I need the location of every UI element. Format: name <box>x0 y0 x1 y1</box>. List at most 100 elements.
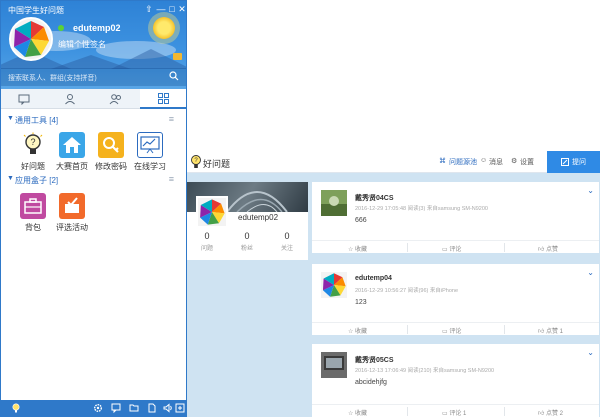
tab-apps[interactable] <box>140 89 186 109</box>
like-label: 点赞 <box>545 247 558 253</box>
tab-chats[interactable] <box>1 89 47 109</box>
app-label: 背包 <box>25 223 41 232</box>
collect-button[interactable]: ☆ 收藏 <box>348 326 367 335</box>
stat-following[interactable]: 0 关注 <box>267 231 307 252</box>
web-header: ? 好问题 ⌘ 问题源池 ☺ 消息 ⚙ 设置 提问 <box>187 151 600 173</box>
post-body[interactable]: 666 <box>355 217 367 224</box>
mail-icon[interactable] <box>173 53 182 60</box>
signature[interactable]: 编辑个性签名 <box>58 39 106 50</box>
profile-avatar[interactable] <box>196 196 228 228</box>
post-author[interactable]: 戴秀贤05CS <box>355 355 394 365</box>
post-card: 戴秀贤04CS 2016-12-29 17:05:48 阅读(3) 来自sams… <box>312 182 599 253</box>
chat-icon <box>18 94 30 105</box>
app-label: 大赛首页 <box>56 162 88 171</box>
post-meta: 2016-12-29 10:56:27 阅读(96) 来自iPhone <box>355 288 459 294</box>
chart-board-icon <box>137 132 163 158</box>
chevron-down-icon[interactable]: ⌄ <box>587 348 594 357</box>
close-button[interactable]: ✕ <box>177 4 186 14</box>
add-icon[interactable] <box>175 403 185 413</box>
contact-icon <box>65 94 75 105</box>
tab-groups[interactable] <box>93 89 139 109</box>
nav-square-icon: ⌘ <box>439 158 446 165</box>
home-icon <box>59 132 85 158</box>
search-input[interactable]: 搜索联系人、群组(支持拼音) <box>8 73 97 83</box>
web-window: ? 好问题 ⌘ 问题源池 ☺ 消息 ⚙ 设置 提问 edutemp02 0 问题 … <box>187 151 600 417</box>
post-author[interactable]: edutemp04 <box>355 275 392 282</box>
app-change-password[interactable]: 修改密码 <box>94 132 128 172</box>
like-label: 点赞 1 <box>545 329 563 335</box>
app-good-question[interactable]: ? 好问题 <box>16 132 50 172</box>
stat-number: 0 <box>204 231 210 241</box>
apps-icon <box>157 92 169 104</box>
im-title: 中国学生好问题 <box>8 6 64 15</box>
profile-name[interactable]: edutemp02 <box>238 213 278 222</box>
speaker-icon[interactable] <box>163 403 173 413</box>
avatar[interactable] <box>9 17 53 61</box>
edit-icon <box>561 158 569 166</box>
im-tabbar <box>1 89 186 109</box>
app-label: 在线学习 <box>134 162 166 171</box>
tab-contacts[interactable] <box>47 89 93 109</box>
comment-label: 评论 1 <box>449 411 467 417</box>
vote-icon <box>59 193 85 219</box>
publish-button[interactable]: 提问 <box>547 151 600 173</box>
comment-button[interactable]: ▭ 评论 <box>442 244 461 253</box>
app-backpack[interactable]: 背包 <box>16 193 50 233</box>
app-online-learning[interactable]: 在线学习 <box>133 132 167 172</box>
menu-icon[interactable]: ≡ <box>169 174 174 184</box>
post-avatar[interactable] <box>321 190 347 216</box>
comment-label: 评论 <box>449 329 462 335</box>
folder-icon[interactable] <box>129 403 139 413</box>
stat-questions[interactable]: 0 问题 <box>187 231 227 252</box>
comment-button[interactable]: ▭ 评论 1 <box>442 408 466 417</box>
app-selection-activity[interactable]: 评选活动 <box>55 193 89 233</box>
collapse-arrow-icon: ▼ <box>7 115 14 122</box>
collect-button[interactable]: ☆ 收藏 <box>348 408 367 417</box>
app-label: 评选活动 <box>56 223 88 232</box>
collect-label: 收藏 <box>355 329 368 335</box>
online-status-icon[interactable] <box>58 25 64 31</box>
post-body[interactable]: 123 <box>355 299 367 306</box>
comment-button[interactable]: ▭ 评论 <box>442 326 461 335</box>
like-button[interactable]: 👍︎ 点赞 <box>538 244 558 253</box>
collect-button[interactable]: ☆ 收藏 <box>348 244 367 253</box>
skin-icon[interactable]: ⇧ <box>144 4 154 14</box>
comment-label: 评论 <box>449 247 462 253</box>
post-card: edutemp04 2016-12-29 10:56:27 阅读(96) 来自i… <box>312 264 599 335</box>
nav-message[interactable]: 消息 <box>489 157 503 167</box>
nav-question-square[interactable]: 问题源池 <box>449 157 477 167</box>
lightbulb-icon[interactable]: ? <box>190 154 202 170</box>
gear-icon: ⚙ <box>511 158 518 165</box>
stat-fans[interactable]: 0 粉丝 <box>227 231 267 252</box>
chevron-down-icon[interactable]: ⌄ <box>587 186 594 195</box>
stat-label: 问题 <box>200 246 213 252</box>
stat-label: 关注 <box>280 246 293 252</box>
post-meta: 2016-12-13 17:06:49 阅读(210) 来自samsung SM… <box>355 368 495 374</box>
post-avatar[interactable] <box>321 272 347 298</box>
key-icon <box>98 132 124 158</box>
stat-label: 粉丝 <box>240 246 253 252</box>
search-icon[interactable] <box>169 71 179 81</box>
post-avatar[interactable] <box>321 352 347 378</box>
like-button[interactable]: 👍︎ 点赞 1 <box>538 326 563 335</box>
gear-icon[interactable] <box>93 403 103 413</box>
post-body[interactable]: abcidehjfg <box>355 379 387 386</box>
publish-label: 提问 <box>572 159 586 166</box>
message-icon[interactable] <box>111 403 121 413</box>
message-icon: ☺ <box>480 157 488 164</box>
chevron-down-icon[interactable]: ⌄ <box>587 268 594 277</box>
nav-settings[interactable]: 设置 <box>520 157 534 167</box>
post-actions: ☆ 收藏 ▭ 评论 👍︎ 点赞 1 <box>312 322 599 335</box>
post-author[interactable]: 戴秀贤04CS <box>355 193 394 203</box>
post-actions: ☆ 收藏 ▭ 评论 1 👍︎ 点赞 2 <box>312 404 599 417</box>
site-title[interactable]: 好问题 <box>203 157 230 170</box>
logo-icon[interactable] <box>11 403 21 413</box>
weather-sun-icon[interactable] <box>153 17 175 39</box>
like-button[interactable]: 👍︎ 点赞 2 <box>538 408 563 417</box>
username: edutemp02 <box>73 23 121 33</box>
app-contest-home[interactable]: 大赛首页 <box>55 132 89 172</box>
group-general-tools[interactable]: ▼ 通用工具 [4] ≡ <box>1 114 186 126</box>
menu-icon[interactable]: ≡ <box>169 114 174 124</box>
file-icon[interactable] <box>147 403 157 413</box>
group-app-box[interactable]: ▼ 应用盒子 [2] ≡ <box>1 174 186 186</box>
